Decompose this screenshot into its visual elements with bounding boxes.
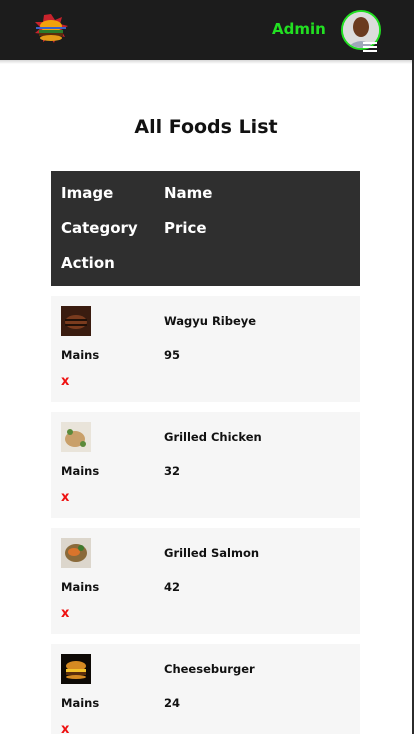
delete-button[interactable]: x [61, 490, 69, 505]
salmon-thumbnail [61, 538, 91, 568]
food-name: Wagyu Ribeye [164, 314, 257, 328]
food-name: Grilled Chicken [164, 430, 262, 444]
food-category: Mains [61, 696, 100, 710]
table-row: Grilled Salmon Mains 42 x [51, 528, 360, 634]
food-category: Mains [61, 580, 100, 594]
delete-button[interactable]: x [61, 722, 69, 734]
table-row: Grilled Chicken Mains 32 x [51, 412, 360, 518]
column-header-image: Image [61, 184, 114, 202]
food-price: 42 [164, 580, 181, 594]
delete-button[interactable]: x [61, 606, 69, 621]
table-header: Image Name Category Price Action [51, 171, 360, 286]
burger-thumbnail [61, 654, 91, 684]
table-row: Wagyu Ribeye Mains 95 x [51, 296, 360, 402]
column-header-action: Action [61, 254, 115, 272]
food-price: 32 [164, 464, 181, 478]
column-header-name: Name [164, 184, 213, 202]
header-shadow [0, 60, 412, 64]
steak-thumbnail [61, 306, 91, 336]
delete-button[interactable]: x [61, 374, 69, 389]
food-category: Mains [61, 348, 100, 362]
food-name: Grilled Salmon [164, 546, 260, 560]
top-navbar: Admin [0, 0, 414, 60]
chicken-thumbnail [61, 422, 91, 452]
burger-logo-icon[interactable] [30, 12, 72, 46]
food-category: Mains [61, 464, 100, 478]
hamburger-menu-icon[interactable] [363, 42, 377, 53]
column-header-price: Price [164, 219, 207, 237]
admin-label[interactable]: Admin [272, 20, 326, 38]
food-price: 24 [164, 696, 181, 710]
page-title: All Foods List [134, 116, 278, 138]
column-header-category: Category [61, 219, 138, 237]
food-name: Cheeseburger [164, 662, 255, 676]
food-price: 95 [164, 348, 181, 362]
table-row: Cheeseburger Mains 24 x [51, 644, 360, 734]
